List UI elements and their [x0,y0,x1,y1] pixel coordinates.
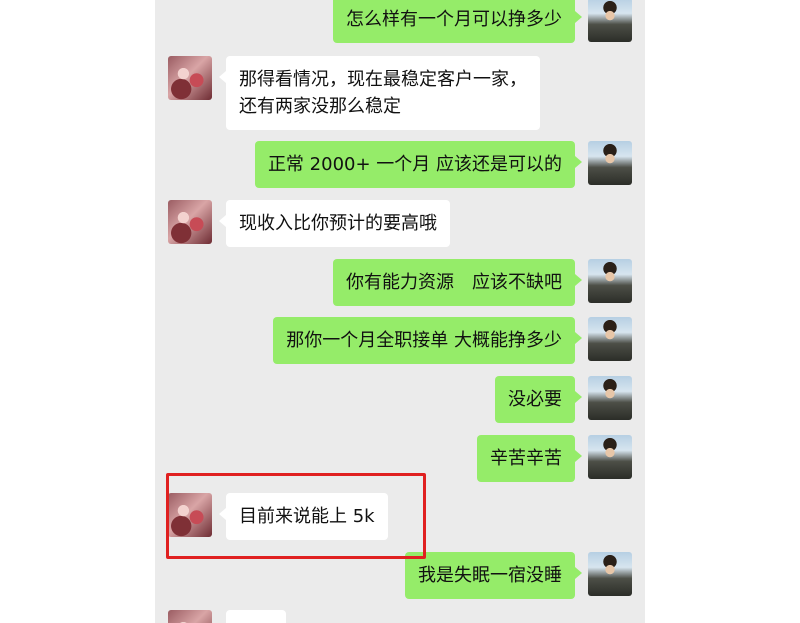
contact-avatar[interactable] [168,56,212,100]
message-text: 辛苦辛苦 [490,448,562,469]
sent-message-bubble[interactable]: 没必要 [495,376,582,423]
message-text: 现收入比你预计的要高哦 [239,213,437,234]
received-message-bubble[interactable]: 现收入比你预计的要高哦 [219,200,450,247]
sender-avatar[interactable] [588,0,632,42]
sender-avatar[interactable] [588,141,632,185]
message-text: 正常 2000+ 一个月 应该还是可以的 [267,154,562,175]
sent-message-bubble[interactable]: 怎么样有一个月可以挣多少 [333,0,582,43]
message-text-line: 还有两家没那么稳定 [239,96,401,117]
contact-avatar[interactable] [168,610,212,623]
sender-avatar[interactable] [588,259,632,303]
message-text-line: 那得看情况，现在最稳定客户一家， [239,69,527,90]
contact-avatar[interactable] [168,200,212,244]
sender-avatar[interactable] [588,435,632,479]
sent-message-bubble[interactable]: 辛苦辛苦 [477,435,582,482]
sent-message-bubble[interactable]: 那你一个月全职接单 大概能挣多少 [273,317,582,364]
sent-message-bubble[interactable]: 正常 2000+ 一个月 应该还是可以的 [254,141,583,188]
sent-message-bubble[interactable]: 我是失眠一宿没睡 [405,552,582,599]
sent-message-bubble[interactable]: 你有能力资源 应该不缺吧 [333,259,582,306]
sender-avatar[interactable] [588,376,632,420]
highlight-box [166,473,426,559]
received-message-bubble[interactable]: 那得看情况，现在最稳定客户一家， 还有两家没那么稳定 [219,56,540,130]
message-text: 你有能力资源 应该不缺吧 [346,272,562,293]
message-text: 怎么样有一个月可以挣多少 [346,9,562,30]
message-text: 没必要 [508,389,562,410]
received-message-bubble[interactable] [226,610,286,623]
message-text: 那你一个月全职接单 大概能挣多少 [286,330,562,351]
message-text: 我是失眠一宿没睡 [418,565,562,586]
sender-avatar[interactable] [588,317,632,361]
sender-avatar[interactable] [588,552,632,596]
